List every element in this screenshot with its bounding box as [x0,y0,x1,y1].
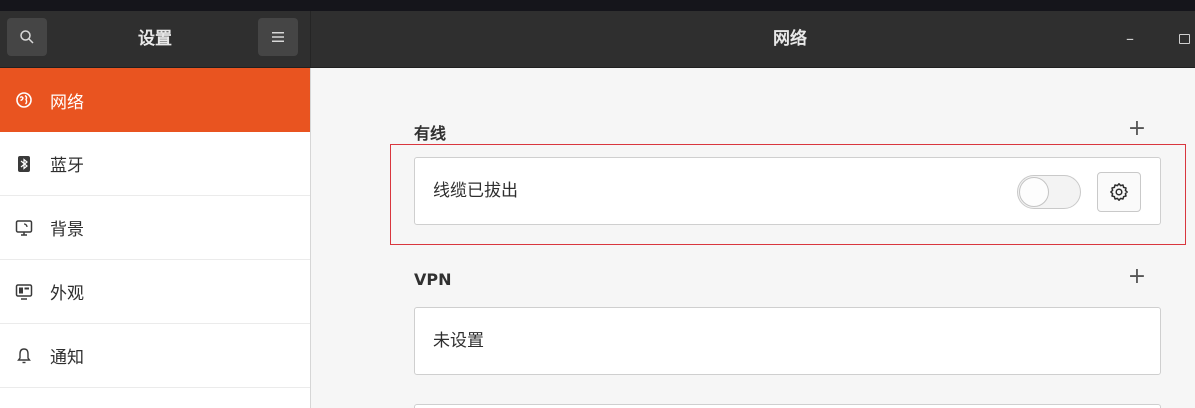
appearance-icon [15,283,33,301]
menu-button[interactable] [258,18,298,56]
wired-connection-row: 线缆已拔出 [414,157,1161,225]
add-vpn-button[interactable]: + [1125,265,1149,289]
sidebar: 网络 蓝牙 背景 外观 通知 [0,68,311,408]
sidebar-item-network[interactable]: 网络 [0,68,310,132]
bluetooth-icon [15,155,33,173]
toggle-knob [1019,177,1049,207]
sidebar-item-label: 蓝牙 [50,156,84,176]
gear-icon [1110,183,1128,201]
add-wired-button[interactable]: + [1125,117,1149,141]
maximize-button[interactable] [1173,25,1195,53]
search-button[interactable] [7,18,47,56]
page-title: 网络 [773,29,807,49]
sidebar-item-background[interactable]: 背景 [0,196,310,260]
header-sidebar-section: 设置 [0,11,311,67]
vpn-status-label: 未设置 [433,331,484,351]
wired-settings-button[interactable] [1097,172,1141,212]
minimize-button[interactable]: – [1118,25,1142,53]
network-icon [15,91,33,109]
notification-bell-icon [15,347,33,365]
vpn-section-title: VPN [414,270,452,289]
settings-window: 设置 网络 – 网络 蓝牙 背景 外观 通知 有线 + 线缆已拔出 VPN + … [0,0,1195,408]
hamburger-menu-icon [272,32,284,42]
wired-status-label: 线缆已拔出 [433,181,518,201]
wired-toggle-switch[interactable] [1017,175,1081,209]
sidebar-item-appearance[interactable]: 外观 [0,260,310,324]
header-bar: 设置 网络 – [0,11,1195,68]
sidebar-item-notifications[interactable]: 通知 [0,324,310,388]
wired-section-title: 有线 [414,124,447,143]
vpn-row: 未设置 [414,307,1161,375]
sidebar-item-label: 通知 [50,348,84,368]
maximize-icon [1178,34,1190,44]
background-icon [15,219,33,237]
network-panel: 有线 + 线缆已拔出 VPN + 未设置 [311,68,1195,408]
sidebar-item-label: 背景 [50,220,84,240]
sidebar-item-label: 外观 [50,284,84,304]
top-panel-strip [0,0,1195,11]
sidebar-item-label: 网络 [50,92,84,113]
sidebar-item-bluetooth[interactable]: 蓝牙 [0,132,310,196]
next-section-card [414,404,1161,408]
search-icon [20,30,34,44]
sidebar-title: 设置 [138,29,172,49]
